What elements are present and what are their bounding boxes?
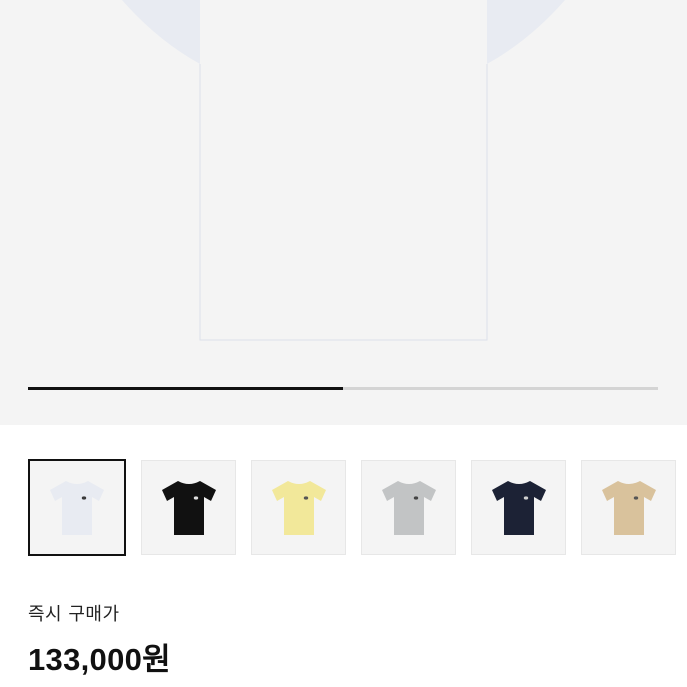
yellow-tee-icon — [271, 480, 326, 535]
tshirt-main-image — [122, 0, 565, 341]
gallery-progress-fill — [28, 387, 343, 390]
color-thumbnail-list — [28, 459, 676, 556]
beige-tee-icon — [601, 480, 656, 535]
product-image-gallery[interactable] — [0, 0, 687, 425]
white-tee-icon — [50, 480, 104, 535]
buy-now-price-label: 즉시 구매가 — [28, 604, 120, 625]
color-thumb-black-tee[interactable] — [141, 460, 236, 555]
color-thumb-beige-tee[interactable] — [581, 460, 676, 555]
buy-now-price: 133,000원 — [28, 642, 171, 677]
gallery-progress-bar — [28, 387, 658, 390]
color-thumb-grey-tee[interactable] — [361, 460, 456, 555]
navy-tee-icon — [491, 480, 546, 535]
black-tee-icon — [161, 480, 216, 535]
color-thumb-white-tee[interactable] — [28, 459, 126, 556]
color-thumb-yellow-tee[interactable] — [251, 460, 346, 555]
grey-tee-icon — [381, 480, 436, 535]
color-thumb-navy-tee[interactable] — [471, 460, 566, 555]
